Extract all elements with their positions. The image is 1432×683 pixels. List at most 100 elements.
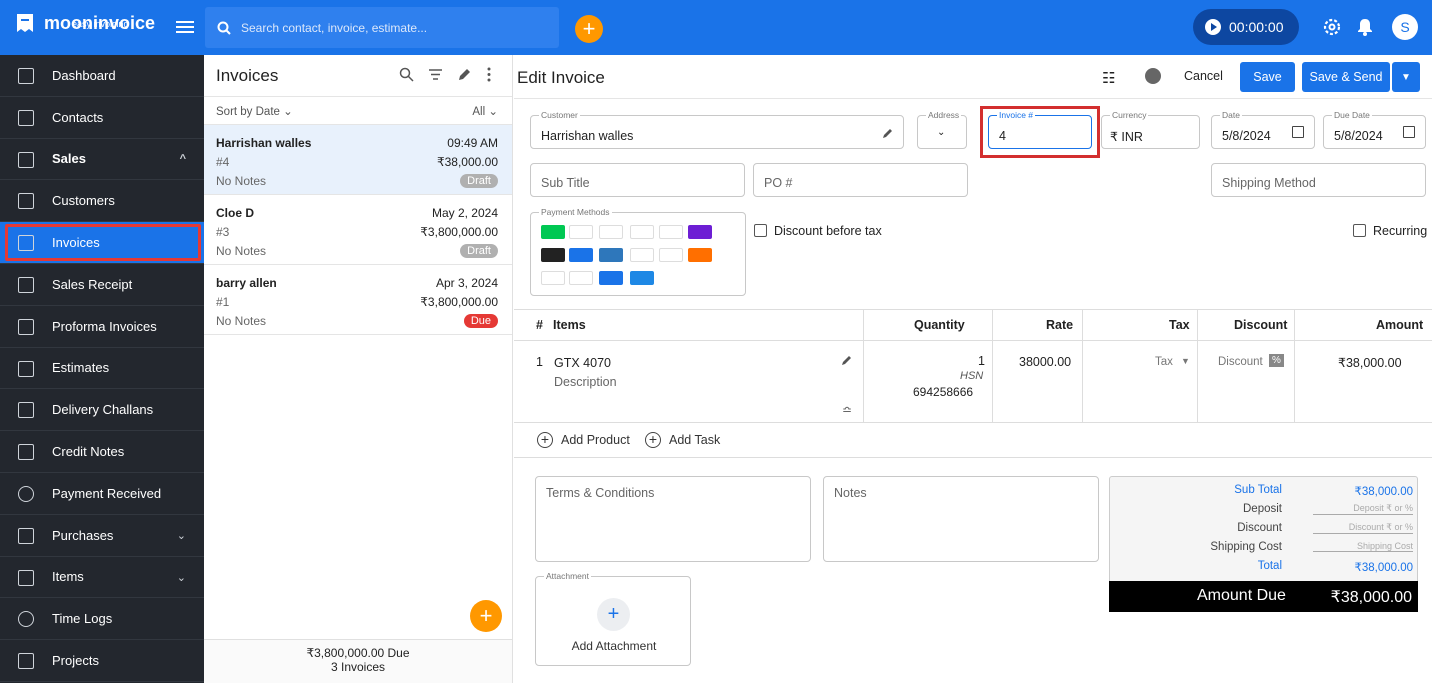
terms-input[interactable]: Terms & Conditions <box>535 476 811 562</box>
menu-icon[interactable] <box>176 18 194 36</box>
sidebar-item-label: Invoices <box>52 235 100 251</box>
sidebar-item-time-logs[interactable]: Time Logs <box>0 598 204 641</box>
percent-toggle[interactable]: % <box>1269 354 1284 367</box>
sidebar-item-purchases[interactable]: Purchases ⌄ <box>0 515 204 557</box>
contacts-icon <box>18 109 34 126</box>
item-name[interactable]: GTX 4070 <box>554 356 611 370</box>
chevron-down-icon: ⌄ <box>176 571 186 584</box>
attachment-box[interactable]: Attachment + Add Attachment <box>535 571 691 666</box>
address-field[interactable]: Address ⌄ <box>917 110 967 149</box>
discount-before-tax-label: Discount before tax <box>774 224 882 238</box>
status-badge: Draft <box>460 173 498 188</box>
status-badge: Draft <box>460 243 498 258</box>
date-field[interactable]: Date 5/8/2024 <box>1211 110 1315 149</box>
tax-dropdown[interactable]: Tax <box>1155 356 1173 368</box>
more-icon[interactable] <box>486 67 492 82</box>
header-items: Items <box>553 318 586 332</box>
sidebar-item-items[interactable]: Items ⌄ <box>0 557 204 599</box>
plus-circle-icon: + <box>537 432 553 448</box>
shipping-cost-input[interactable]: Shipping Cost <box>1313 541 1413 552</box>
deposit-input[interactable]: Deposit ₹ or % <box>1313 503 1413 515</box>
calendar-icon[interactable] <box>1292 126 1304 138</box>
edit-icon[interactable] <box>841 353 854 366</box>
search-icon[interactable] <box>399 67 414 82</box>
sidebar-item-label: Sales <box>52 151 86 167</box>
gear-icon[interactable] <box>1322 17 1342 37</box>
sidebar-item-label: Estimates <box>52 360 110 376</box>
invoice-number: #4 <box>216 154 230 169</box>
recurring-label: Recurring <box>1373 224 1428 238</box>
card-icon <box>541 271 565 285</box>
item-rate[interactable]: 38000.00 <box>1019 355 1071 369</box>
notes-input[interactable]: Notes <box>823 476 1099 562</box>
list-item[interactable]: Harrishan walles 09:49 AM #4 ₹38,000.00 No… <box>204 125 512 195</box>
recurring-checkbox[interactable] <box>1353 224 1366 237</box>
discount-before-tax-checkbox[interactable] <box>754 224 767 237</box>
receipt-icon <box>18 276 34 293</box>
due-date-field[interactable]: Due Date 5/8/2024 <box>1323 110 1426 149</box>
logo-icon <box>17 14 33 32</box>
search-input[interactable]: Search contact, invoice, estimate... <box>205 7 559 48</box>
list-footer: ₹3,800,000.00 Due 3 Invoices <box>204 639 512 683</box>
discount-total-input[interactable]: Discount ₹ or % <box>1313 522 1413 534</box>
list-item[interactable]: barry allen Apr 3, 2024 #1 ₹3,800,000.00 N… <box>204 265 512 335</box>
visa-icon <box>599 225 623 239</box>
cashapp-icon <box>541 225 565 239</box>
add-task-button[interactable]: + Add Task <box>645 432 720 448</box>
customer-value: Harrishan walles <box>541 129 634 143</box>
sort-dropdown[interactable]: Sort by Date ⌄ <box>216 104 293 118</box>
item-quantity[interactable]: 1 <box>978 354 985 368</box>
cancel-button[interactable]: Cancel <box>1184 69 1223 83</box>
discount-input[interactable]: Discount <box>1218 356 1263 368</box>
shipping-method-input[interactable]: Shipping Method <box>1211 163 1426 197</box>
invoice-amount: ₹3,800,000.00 <box>420 294 498 309</box>
currency-field[interactable]: Currency ₹ INR <box>1101 110 1200 149</box>
discover-icon <box>688 248 712 262</box>
list-title: Invoices <box>216 65 279 85</box>
plus-icon[interactable]: + <box>597 598 630 631</box>
edit-icon[interactable] <box>882 126 895 139</box>
bell-icon[interactable] <box>1356 17 1374 37</box>
edit-icon[interactable] <box>457 67 472 82</box>
sidebar-item-invoices[interactable]: Invoices <box>0 222 204 264</box>
payment-methods[interactable]: Payment Methods <box>530 207 746 296</box>
save-button[interactable]: Save <box>1240 62 1295 92</box>
sidebar-item-projects[interactable]: Projects <box>0 640 204 682</box>
stripe-icon <box>630 248 654 262</box>
quick-add-button[interactable]: + <box>575 15 603 43</box>
sidebar-item-delivery-challans[interactable]: Delivery Challans <box>0 389 204 432</box>
sidebar-item-sales-receipt[interactable]: Sales Receipt <box>0 264 204 306</box>
list-item[interactable]: Cloe D May 2, 2024 #3 ₹3,800,000.00 No Not… <box>204 195 512 265</box>
save-send-button[interactable]: Save & Send <box>1302 62 1390 92</box>
subtitle-placeholder: Sub Title <box>541 176 590 190</box>
sidebar-item-credit-notes[interactable]: Credit Notes <box>0 431 204 473</box>
save-options-dropdown[interactable]: ▼ <box>1392 62 1420 92</box>
sidebar-item-dashboard[interactable]: Dashboard <box>0 55 204 97</box>
po-input[interactable]: PO # <box>753 163 968 197</box>
barcode-icon[interactable]: ☷ <box>1102 69 1115 87</box>
add-product-button[interactable]: + Add Product <box>537 432 630 448</box>
list-icon[interactable] <box>1145 68 1161 84</box>
row-number: 1 <box>536 355 543 369</box>
sidebar-item-payment-received[interactable]: Payment Received <box>0 473 204 515</box>
subtotal-label: Sub Total <box>1234 484 1282 496</box>
sidebar-item-sales[interactable]: Sales ^ <box>0 139 204 181</box>
sidebar-item-label: Proforma Invoices <box>52 318 157 334</box>
sidebar-item-label: Credit Notes <box>52 444 125 460</box>
add-invoice-button[interactable]: + <box>470 600 502 632</box>
timer-button[interactable]: 00:00:00 <box>1193 9 1299 45</box>
filter-icon[interactable] <box>428 67 443 82</box>
sidebar-item-estimates[interactable]: Estimates <box>0 348 204 390</box>
calendar-icon[interactable] <box>1403 126 1415 138</box>
customer-field[interactable]: Customer Harrishan walles <box>530 110 904 149</box>
avatar[interactable]: S <box>1392 14 1418 40</box>
sidebar-item-customers[interactable]: Customers <box>0 180 204 223</box>
sidebar-item-proforma-invoices[interactable]: Proforma Invoices <box>0 306 204 348</box>
subtitle-input[interactable]: Sub Title <box>530 163 745 197</box>
search-icon <box>217 21 231 35</box>
header-rate: Rate <box>1046 318 1074 332</box>
filter-dropdown[interactable]: All ⌄ <box>472 104 498 118</box>
item-description[interactable]: Description <box>554 375 617 389</box>
resize-handle-icon[interactable]: ≏ <box>842 403 852 417</box>
sidebar-item-contacts[interactable]: Contacts <box>0 97 204 139</box>
